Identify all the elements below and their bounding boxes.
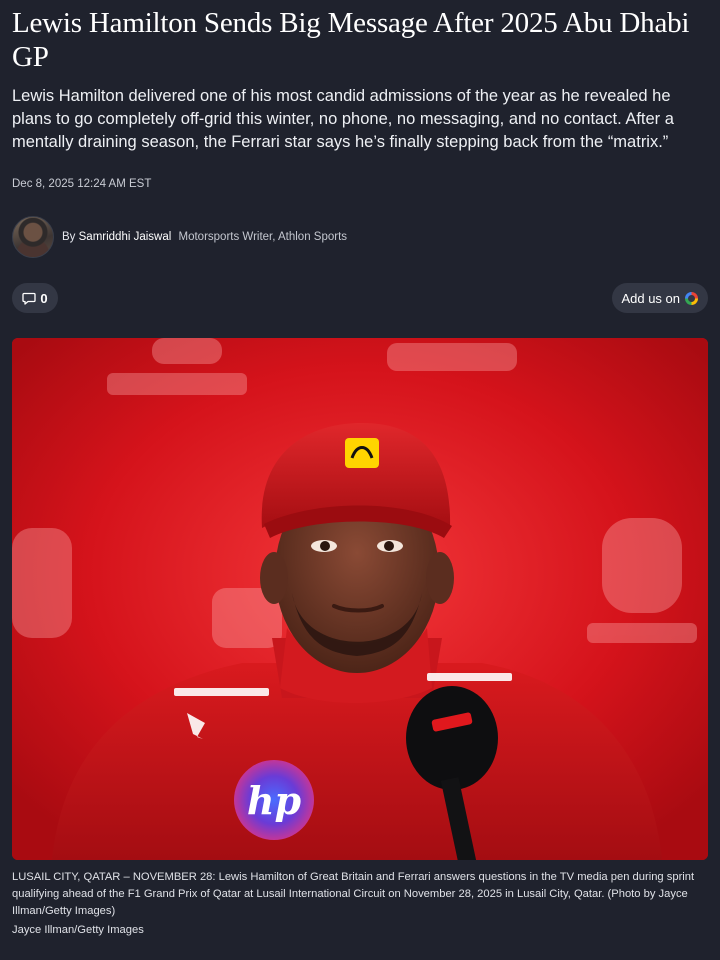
photo-credit: Jayce Illman/Getty Images [12,924,144,936]
publish-date: Dec 8, 2025 12:24 AM EST [12,178,152,190]
hero-photo-illustration: hp [12,338,708,860]
svg-text:hp: hp [247,778,302,823]
comment-count: 0 [40,290,48,306]
comments-button[interactable]: 0 [12,283,58,313]
article-headline: Lewis Hamilton Sends Big Message After 2… [12,7,690,73]
article-dek: Lewis Hamilton delivered one of his most… [12,87,674,151]
hero-image: hp [12,338,708,860]
byline: By Samriddhi Jaiswal Motorsports Writer,… [12,215,347,259]
comment-bubble-icon [22,292,37,305]
byline-prefix: By [62,231,76,243]
author-name[interactable]: Samriddhi Jaiswal [79,231,172,243]
add-us-label: Add us on [621,290,680,306]
google-g-icon [685,291,698,305]
add-us-on-google-button[interactable]: Add us on [612,283,708,313]
hero-caption: LUSAIL CITY, QATAR – NOVEMBER 28: Lewis … [12,871,695,917]
author-role: Motorsports Writer, Athlon Sports [178,231,348,243]
byline-text: By Samriddhi Jaiswal Motorsports Writer,… [62,231,347,243]
author-avatar[interactable] [12,216,54,258]
